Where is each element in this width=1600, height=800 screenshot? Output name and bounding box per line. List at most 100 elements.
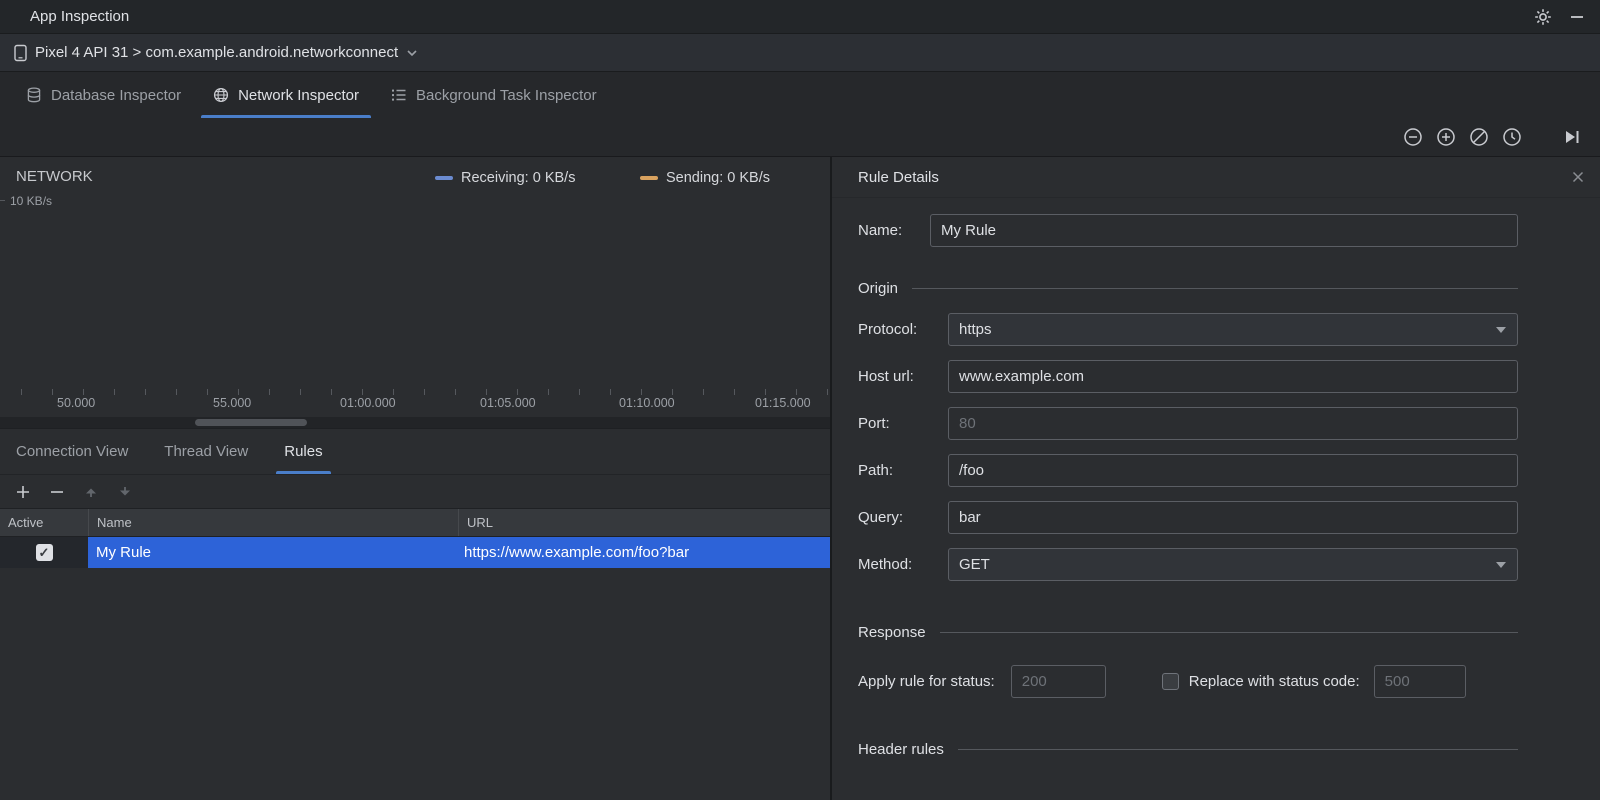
minimize-icon[interactable] bbox=[1570, 10, 1584, 24]
section-label: Response bbox=[858, 623, 926, 641]
host-label: Host url: bbox=[858, 368, 914, 385]
rules-table-header: Active Name URL bbox=[0, 508, 830, 537]
path-input[interactable] bbox=[948, 454, 1518, 487]
legend-receiving: Receiving: 0 KB/s bbox=[435, 170, 575, 186]
network-timeline-chart[interactable]: NETWORK 10 KB/s Receiving: 0 KB/s Sendin… bbox=[0, 157, 830, 429]
method-dropdown[interactable]: GET bbox=[948, 548, 1518, 581]
section-divider bbox=[939, 631, 1518, 633]
protocol-label: Protocol: bbox=[858, 321, 918, 338]
window-title: App Inspection bbox=[30, 8, 130, 25]
replace-status-input[interactable] bbox=[1373, 665, 1466, 698]
replace-status-checkbox[interactable] bbox=[1161, 673, 1179, 690]
column-header-name[interactable]: Name bbox=[88, 509, 458, 536]
column-header-active[interactable]: Active bbox=[0, 509, 88, 536]
chevron-down-icon[interactable] bbox=[406, 49, 418, 57]
protocol-selected-value: https bbox=[959, 321, 992, 338]
tab-label: Rules bbox=[284, 443, 323, 460]
main-content: NETWORK 10 KB/s Receiving: 0 KB/s Sendin… bbox=[0, 157, 1600, 800]
rule-table-row[interactable]: ✓ My Rule https://www.example.com/foo?ba… bbox=[0, 537, 830, 568]
panel-title: Rule Details bbox=[858, 168, 939, 186]
replace-with-status-label: Replace with status code: bbox=[1188, 673, 1360, 690]
port-field-row: Port: bbox=[858, 407, 1518, 440]
tab-label: Thread View bbox=[164, 443, 249, 460]
phone-device-icon bbox=[14, 44, 27, 62]
rule-active-cell: ✓ bbox=[0, 537, 88, 568]
header-rules-section-header: Header rules bbox=[858, 740, 1518, 758]
port-input[interactable] bbox=[948, 407, 1518, 440]
reset-zoom-icon[interactable] bbox=[1469, 127, 1489, 147]
network-inspector-left-pane: NETWORK 10 KB/s Receiving: 0 KB/s Sendin… bbox=[0, 157, 830, 800]
section-label: Header rules bbox=[858, 740, 944, 758]
name-field-row: Name: bbox=[858, 214, 1518, 247]
response-section-header: Response bbox=[858, 623, 1518, 641]
database-icon bbox=[26, 87, 42, 103]
tab-background-task-inspector[interactable]: Background Task Inspector bbox=[375, 72, 613, 118]
apply-status-input[interactable] bbox=[1010, 665, 1106, 698]
method-field-row: Method: GET bbox=[858, 548, 1518, 581]
app-inspection-window: App Inspection Pixel 4 API 31 > com.exam… bbox=[0, 0, 1600, 800]
method-label: Method: bbox=[858, 556, 913, 573]
time-tick: 01:05.000 bbox=[480, 396, 536, 410]
rule-name-input[interactable] bbox=[930, 214, 1518, 247]
move-down-icon[interactable] bbox=[118, 485, 132, 499]
rule-active-checkbox[interactable]: ✓ bbox=[35, 544, 53, 561]
method-selected-value: GET bbox=[959, 556, 990, 573]
tab-label: Connection View bbox=[16, 443, 129, 460]
device-process-selector[interactable]: Pixel 4 API 31 > com.example.android.net… bbox=[35, 44, 398, 61]
section-divider bbox=[912, 287, 1518, 289]
zoom-out-icon[interactable] bbox=[1403, 127, 1423, 147]
query-input[interactable] bbox=[948, 501, 1518, 534]
legend-receiving-label: Receiving: 0 KB/s bbox=[461, 170, 576, 186]
zoom-to-selection-clock-icon[interactable] bbox=[1502, 127, 1522, 147]
section-label: Origin bbox=[858, 279, 899, 297]
move-up-icon[interactable] bbox=[84, 485, 98, 499]
tab-network-inspector[interactable]: Network Inspector bbox=[197, 72, 375, 118]
task-list-icon bbox=[391, 87, 407, 103]
apply-rule-for-status-label: Apply rule for status: bbox=[858, 673, 995, 690]
active-tab-underline bbox=[201, 115, 371, 118]
query-label: Query: bbox=[858, 509, 904, 526]
section-divider bbox=[957, 748, 1518, 750]
host-url-input[interactable] bbox=[948, 360, 1518, 393]
globe-icon bbox=[213, 87, 229, 103]
profiler-toolbar bbox=[0, 118, 1600, 157]
rule-name-cell[interactable]: My Rule bbox=[88, 537, 458, 568]
sending-color-swatch bbox=[640, 176, 658, 180]
legend-sending-label: Sending: 0 KB/s bbox=[666, 170, 770, 186]
dropdown-arrow-icon bbox=[1496, 326, 1506, 333]
rule-url-cell[interactable]: https://www.example.com/foo?bar bbox=[458, 537, 830, 568]
time-tick: 01:15.000 bbox=[755, 396, 811, 410]
add-rule-icon[interactable] bbox=[16, 485, 30, 499]
zoom-in-icon[interactable] bbox=[1436, 127, 1456, 147]
rules-toolbar bbox=[0, 475, 830, 508]
time-axis: 50.000 55.000 01:00.000 01:05.000 01:10.… bbox=[0, 389, 830, 415]
column-header-url[interactable]: URL bbox=[458, 509, 830, 536]
tab-database-inspector[interactable]: Database Inspector bbox=[10, 72, 197, 118]
tab-rules[interactable]: Rules bbox=[276, 429, 331, 474]
title-bar: App Inspection bbox=[0, 0, 1600, 33]
settings-gear-icon[interactable] bbox=[1534, 8, 1552, 26]
timeline-scrollbar[interactable] bbox=[0, 417, 830, 428]
receiving-color-swatch bbox=[435, 176, 453, 180]
tab-connection-view[interactable]: Connection View bbox=[16, 429, 128, 474]
jump-to-live-icon[interactable] bbox=[1562, 127, 1582, 147]
inspector-tab-bar: Database Inspector Network Inspector Bac… bbox=[0, 72, 1600, 118]
tab-label: Database Inspector bbox=[51, 86, 182, 104]
legend-sending: Sending: 0 KB/s bbox=[640, 170, 770, 186]
time-tick: 50.000 bbox=[57, 396, 96, 410]
checkmark-icon: ✓ bbox=[38, 544, 50, 560]
y-axis-max-label: 10 KB/s bbox=[10, 194, 53, 208]
port-label: Port: bbox=[858, 415, 890, 432]
rule-details-header: Rule Details bbox=[832, 157, 1600, 198]
protocol-field-row: Protocol: https bbox=[858, 313, 1518, 346]
protocol-dropdown[interactable]: https bbox=[948, 313, 1518, 346]
name-label: Name: bbox=[858, 222, 903, 239]
tab-label: Background Task Inspector bbox=[415, 86, 597, 104]
y-axis-tick bbox=[0, 200, 5, 201]
tab-thread-view[interactable]: Thread View bbox=[164, 429, 248, 474]
close-icon[interactable] bbox=[1572, 171, 1584, 183]
path-label: Path: bbox=[858, 462, 894, 479]
timeline-scrollbar-thumb[interactable] bbox=[195, 419, 307, 426]
remove-rule-icon[interactable] bbox=[50, 485, 64, 499]
time-tick: 55.000 bbox=[213, 396, 252, 410]
